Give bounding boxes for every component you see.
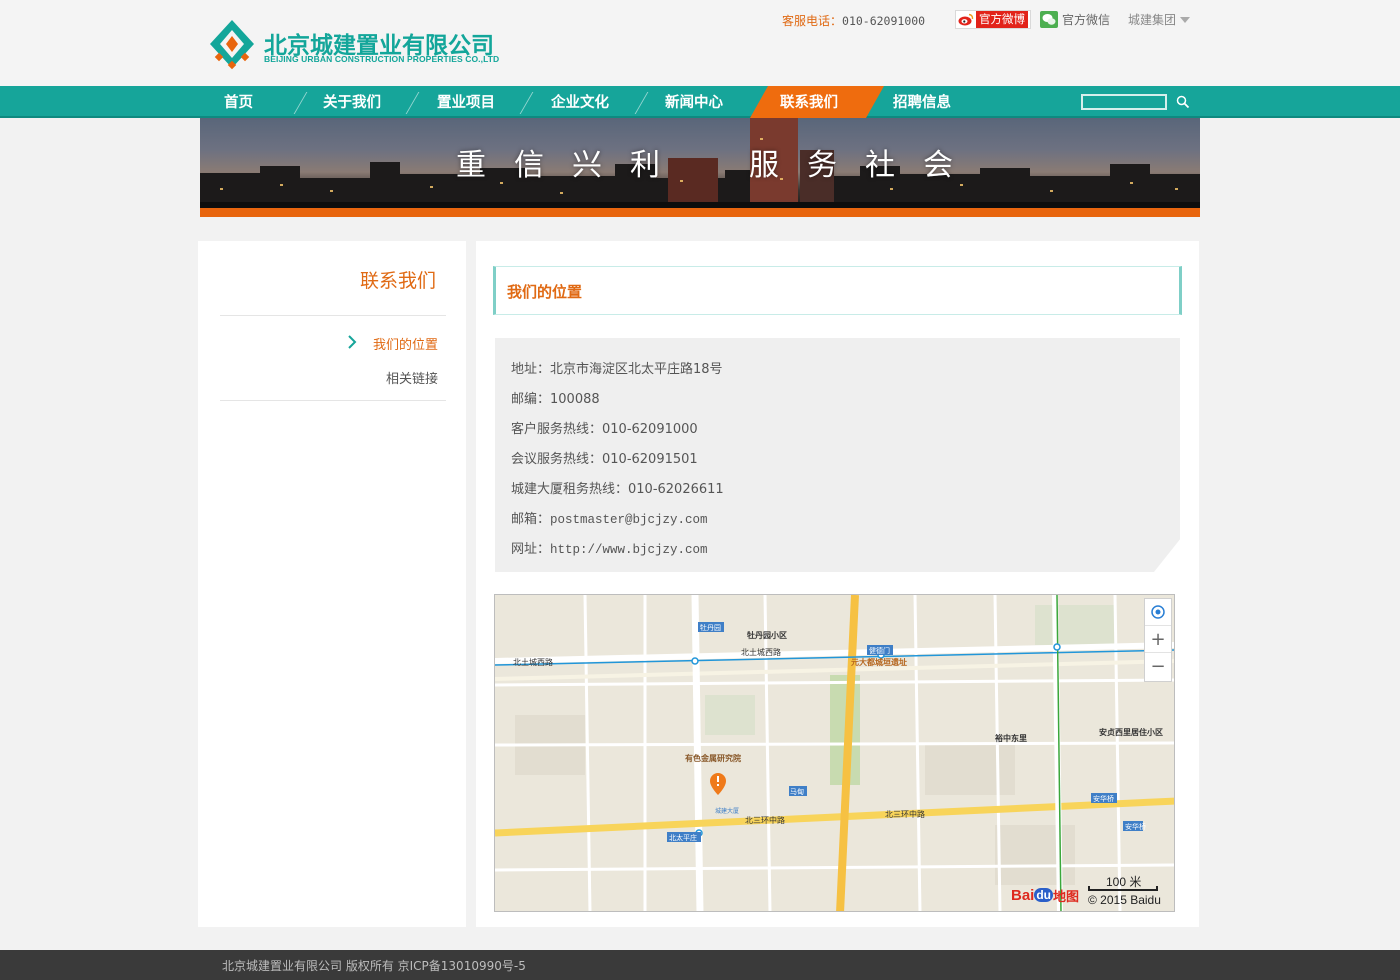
map-label-road: 北三环中路 [745,815,785,825]
locate-icon[interactable] [1145,599,1171,626]
map-label-place: 元大都城垣遗址 [851,657,907,667]
nav-projects[interactable]: 置业项目 [437,86,495,118]
nav-home[interactable]: 首页 [224,86,253,118]
sidebar-item-links[interactable]: 相关链接 [220,368,438,387]
banner-accent-line [200,208,1200,217]
company-logo[interactable]: 北京城建置业有限公司 BEIJING URBAN CONSTRUCTION PR… [208,18,518,74]
rent-hotline-row: 城建大厦租务热线：010-62026611 [511,478,724,497]
group-dropdown[interactable]: 城建集团 [1128,11,1191,28]
nav-contact[interactable]: 联系我们 [780,86,838,118]
logo-mark-icon [210,20,254,70]
search-input[interactable] [1081,94,1167,110]
map-label-station: 安华桥 [1125,822,1146,831]
footer-text: 北京城建置业有限公司 版权所有 京ICP备13010990号-5 [222,959,526,973]
zoom-out-button[interactable]: − [1145,653,1171,680]
map-label-road: 北三环中路 [885,809,925,819]
map-label-place: 牡丹园小区 [747,630,787,640]
map-label-station: 健德门 [869,646,890,655]
map-label-place: 裕中东里 [994,733,1027,743]
zoom-in-button[interactable]: + [1145,626,1171,653]
banner-slogan-left: 重信兴利 [456,148,688,183]
sidebar-item-location[interactable]: 我们的位置 [220,334,438,353]
map-label-station: 牡丹园 [700,623,721,632]
group-label: 城建集团 [1128,13,1177,27]
nav-recruit[interactable]: 招聘信息 [893,86,951,118]
baidu-map[interactable]: 北土城西路 北土城西路 北三环中路 北三环中路 牡丹园 健德门 北太平庄 安华桥… [494,594,1175,912]
rent-hotline-label: 城建大厦租务热线： [511,482,629,497]
sidebar-title: 联系我们 [359,270,436,292]
chevron-down-icon [1180,16,1191,23]
website-row: 网址：http://www.bjcjzy.com [511,538,708,557]
hotline: 客服电话：010-62091000 [782,12,925,29]
baidu-logo-bai: Bai [1011,886,1035,904]
map-label-station: 安华桥 [1093,794,1114,803]
baidu-logo-map: 地图 [1053,888,1080,904]
map-label-place: 城建大厦 [715,807,739,815]
address-value: 北京市海淀区北太平庄路18号 [550,362,723,377]
nav-about[interactable]: 关于我们 [323,86,381,118]
map-scale-bar [1088,886,1158,891]
website-value[interactable]: http://www.bjcjzy.com [550,543,708,557]
footer-copyright: 北京城建置业有限公司 版权所有 京ICP备13010990号-5 [222,957,526,974]
email-row: 邮箱：postmaster@bjcjzy.com [511,508,708,527]
address-row: 地址：北京市海淀区北太平庄路18号 [511,358,723,377]
zip-label: 邮编： [511,392,551,407]
website-label: 网址： [511,542,551,557]
hotline-number: 010-62091000 [842,14,926,28]
banner-image [200,118,1200,208]
weibo-link[interactable]: 官方微博 [955,10,1031,29]
zip-row: 邮编：100088 [511,388,600,407]
baidu-logo-du: du [1034,888,1054,902]
service-hotline-value: 010-62091000 [602,422,698,437]
section-title: 我们的位置 [507,283,583,301]
map-label-place: 马甸 [790,787,804,796]
logo-english-name: BEIJING URBAN CONSTRUCTION PROPERTIES CO… [264,54,500,64]
address-label: 地址： [511,362,551,377]
weibo-icon [956,11,976,28]
service-hotline-row: 客户服务热线：010-62091000 [511,418,698,437]
nav-culture[interactable]: 企业文化 [551,86,609,118]
hotline-label: 客服电话： [782,14,843,28]
meeting-hotline-label: 会议服务热线： [511,452,603,467]
footer [0,950,1400,980]
banner-slogan-right: 服务社会 [749,148,981,183]
wechat-label: 官方微信 [1062,13,1111,27]
rent-hotline-value: 010-62026611 [628,482,724,497]
sidebar-divider [220,315,446,316]
section-header [493,266,1182,315]
weibo-label: 官方微博 [976,11,1028,28]
map-label-road: 北土城西路 [741,647,781,657]
service-hotline-label: 客户服务热线： [511,422,603,437]
nav-news[interactable]: 新闻中心 [665,86,723,118]
sidebar-divider [220,400,446,401]
map-label-place: 有色金属研究院 [685,753,741,763]
baidu-map-logo[interactable]: Bai du 地图 [1011,885,1079,905]
map-label-place: 安贞西里居住小区 [1099,727,1163,737]
email-label: 邮箱： [511,512,551,527]
search-icon[interactable] [1176,95,1190,109]
wechat-icon [1040,11,1058,28]
map-copyright: © 2015 Baidu [1088,893,1161,907]
wechat-link[interactable]: 官方微信 [1040,11,1110,28]
map-label-station: 北太平庄 [669,833,697,842]
email-value[interactable]: postmaster@bjcjzy.com [550,513,708,527]
map-label-road: 北土城西路 [513,657,553,667]
map-controls: + − [1144,598,1172,682]
meeting-hotline-value: 010-62091501 [602,452,698,467]
meeting-hotline-row: 会议服务热线：010-62091501 [511,448,698,467]
zip-value: 100088 [550,392,600,407]
